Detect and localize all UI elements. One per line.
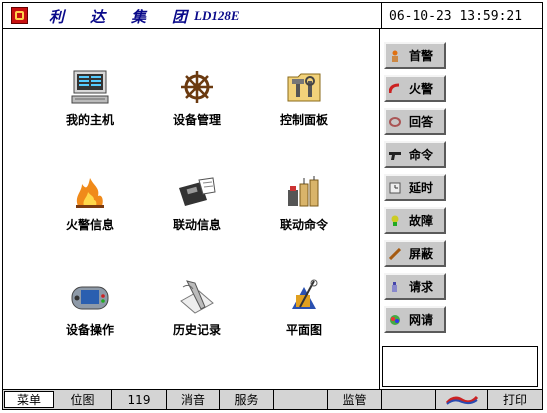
button-label: 监管 — [342, 393, 367, 407]
title-bar: 利 达 集 团 LD128E 06-10-23 13:59:21 — [3, 3, 542, 29]
wave-logo-icon — [445, 395, 478, 405]
fire-alarm-button[interactable]: 火警 — [384, 75, 446, 102]
model-label: LD128E — [194, 8, 240, 23]
shield-stick-icon — [388, 247, 402, 260]
bell-ring-icon — [389, 116, 401, 128]
button-label: 命令 — [409, 148, 434, 162]
company-name: 利 达 集 团 — [49, 6, 187, 26]
logo-button[interactable] — [436, 390, 488, 409]
fault-button[interactable]: 故障 — [384, 207, 446, 234]
first-alarm-button[interactable]: 首警 — [384, 42, 446, 69]
request-button[interactable]: 请求 — [384, 273, 446, 300]
divider — [381, 3, 382, 29]
alarm-sidebar: 首警 火警 回答 命令 延时 故障 屏蔽 请求 网请 — [379, 29, 542, 389]
gun-icon — [389, 149, 401, 161]
service-button[interactable]: 服务 — [220, 390, 274, 409]
floor-plan-shortcut[interactable]: 平面图 — [259, 279, 349, 338]
datetime-display: 06-10-23 13:59:21 — [389, 9, 523, 24]
tools-folder-icon — [284, 69, 324, 105]
ship-wheel-icon — [177, 69, 217, 105]
shortcut-label: 我的主机 — [65, 113, 114, 127]
message-box — [382, 346, 538, 387]
shortcut-label: 平面图 — [285, 323, 322, 337]
control-panel-shortcut[interactable]: 控制面板 — [259, 69, 349, 128]
button-label: 打印 — [502, 393, 527, 407]
history-record-shortcut[interactable]: 历史记录 — [152, 279, 242, 338]
pen-paper-icon — [177, 279, 217, 315]
button-label: 位图 — [70, 393, 95, 407]
call-119-button[interactable]: 119 — [112, 390, 167, 409]
button-label: 请求 — [409, 280, 434, 294]
linkage-command-shortcut[interactable]: 联动命令 — [259, 174, 349, 233]
button-label: 菜单 — [16, 393, 41, 407]
clock-icon — [389, 182, 401, 194]
button-label: 回答 — [409, 115, 434, 129]
device-management-shortcut[interactable]: 设备管理 — [152, 69, 242, 128]
bitmap-button[interactable]: 位图 — [54, 390, 112, 409]
computer-icon — [70, 69, 110, 105]
button-label: 屏蔽 — [409, 247, 434, 261]
button-label: 延时 — [409, 181, 434, 195]
brand-char: 集 — [131, 7, 147, 26]
fire-panel-screen: 利 达 集 团 LD128E 06-10-23 13:59:21 我的主机 设备… — [2, 2, 543, 410]
answer-button[interactable]: 回答 — [384, 108, 446, 135]
shield-button[interactable]: 屏蔽 — [384, 240, 446, 267]
shortcut-label: 控制面板 — [279, 113, 328, 127]
linkage-info-shortcut[interactable]: 联动信息 — [152, 174, 242, 233]
handheld-device-icon — [70, 279, 110, 315]
button-label: 119 — [127, 392, 151, 407]
brand-char: 利 — [49, 7, 65, 26]
drawing-tools-icon — [284, 279, 324, 315]
fax-icon — [177, 174, 217, 210]
desktop-area: 我的主机 设备管理 控制面板 火警信息 联动信息 联动命令 设备操作 历史记录 … — [3, 29, 379, 389]
button-label: 网请 — [409, 313, 434, 327]
shortcut-label: 火警信息 — [65, 218, 114, 232]
button-label: 火警 — [409, 82, 434, 96]
shortcut-label: 历史记录 — [172, 323, 221, 337]
print-button[interactable]: 打印 — [488, 390, 542, 409]
shortcut-label: 联动命令 — [279, 218, 328, 232]
button-label: 故障 — [409, 214, 434, 228]
shortcut-label: 设备操作 — [65, 323, 114, 337]
button-label: 服务 — [234, 393, 259, 407]
blank-button[interactable] — [382, 390, 436, 409]
wrench-bulb-icon — [389, 215, 401, 227]
fire-alarm-info-shortcut[interactable]: 火警信息 — [45, 174, 135, 233]
shortcut-label: 设备管理 — [172, 113, 221, 127]
command-button[interactable]: 命令 — [384, 141, 446, 168]
menu-button[interactable]: 菜单 — [4, 391, 54, 408]
my-host-shortcut[interactable]: 我的主机 — [45, 69, 135, 128]
delay-button[interactable]: 延时 — [384, 174, 446, 201]
network-request-button[interactable]: 网请 — [384, 306, 446, 333]
brand-char: 团 — [172, 7, 188, 26]
button-label: 消音 — [180, 393, 205, 407]
company-logo-icon — [11, 7, 28, 24]
alarm-person-icon — [389, 50, 401, 62]
blank-button[interactable] — [274, 390, 328, 409]
supervision-button[interactable]: 监管 — [328, 390, 382, 409]
bottle-icon — [389, 281, 401, 293]
device-operation-shortcut[interactable]: 设备操作 — [45, 279, 135, 338]
fire-hose-icon — [388, 83, 401, 95]
brand-char: 达 — [90, 7, 106, 26]
silence-button[interactable]: 消音 — [167, 390, 220, 409]
bottom-menu-bar: 菜单 位图 119 消音 服务 监管 打印 — [3, 389, 542, 409]
network-device-icon — [284, 174, 324, 210]
fire-icon — [70, 174, 110, 210]
button-label: 首警 — [409, 49, 434, 63]
shortcut-label: 联动信息 — [172, 218, 221, 232]
network-ball-icon — [389, 314, 401, 326]
